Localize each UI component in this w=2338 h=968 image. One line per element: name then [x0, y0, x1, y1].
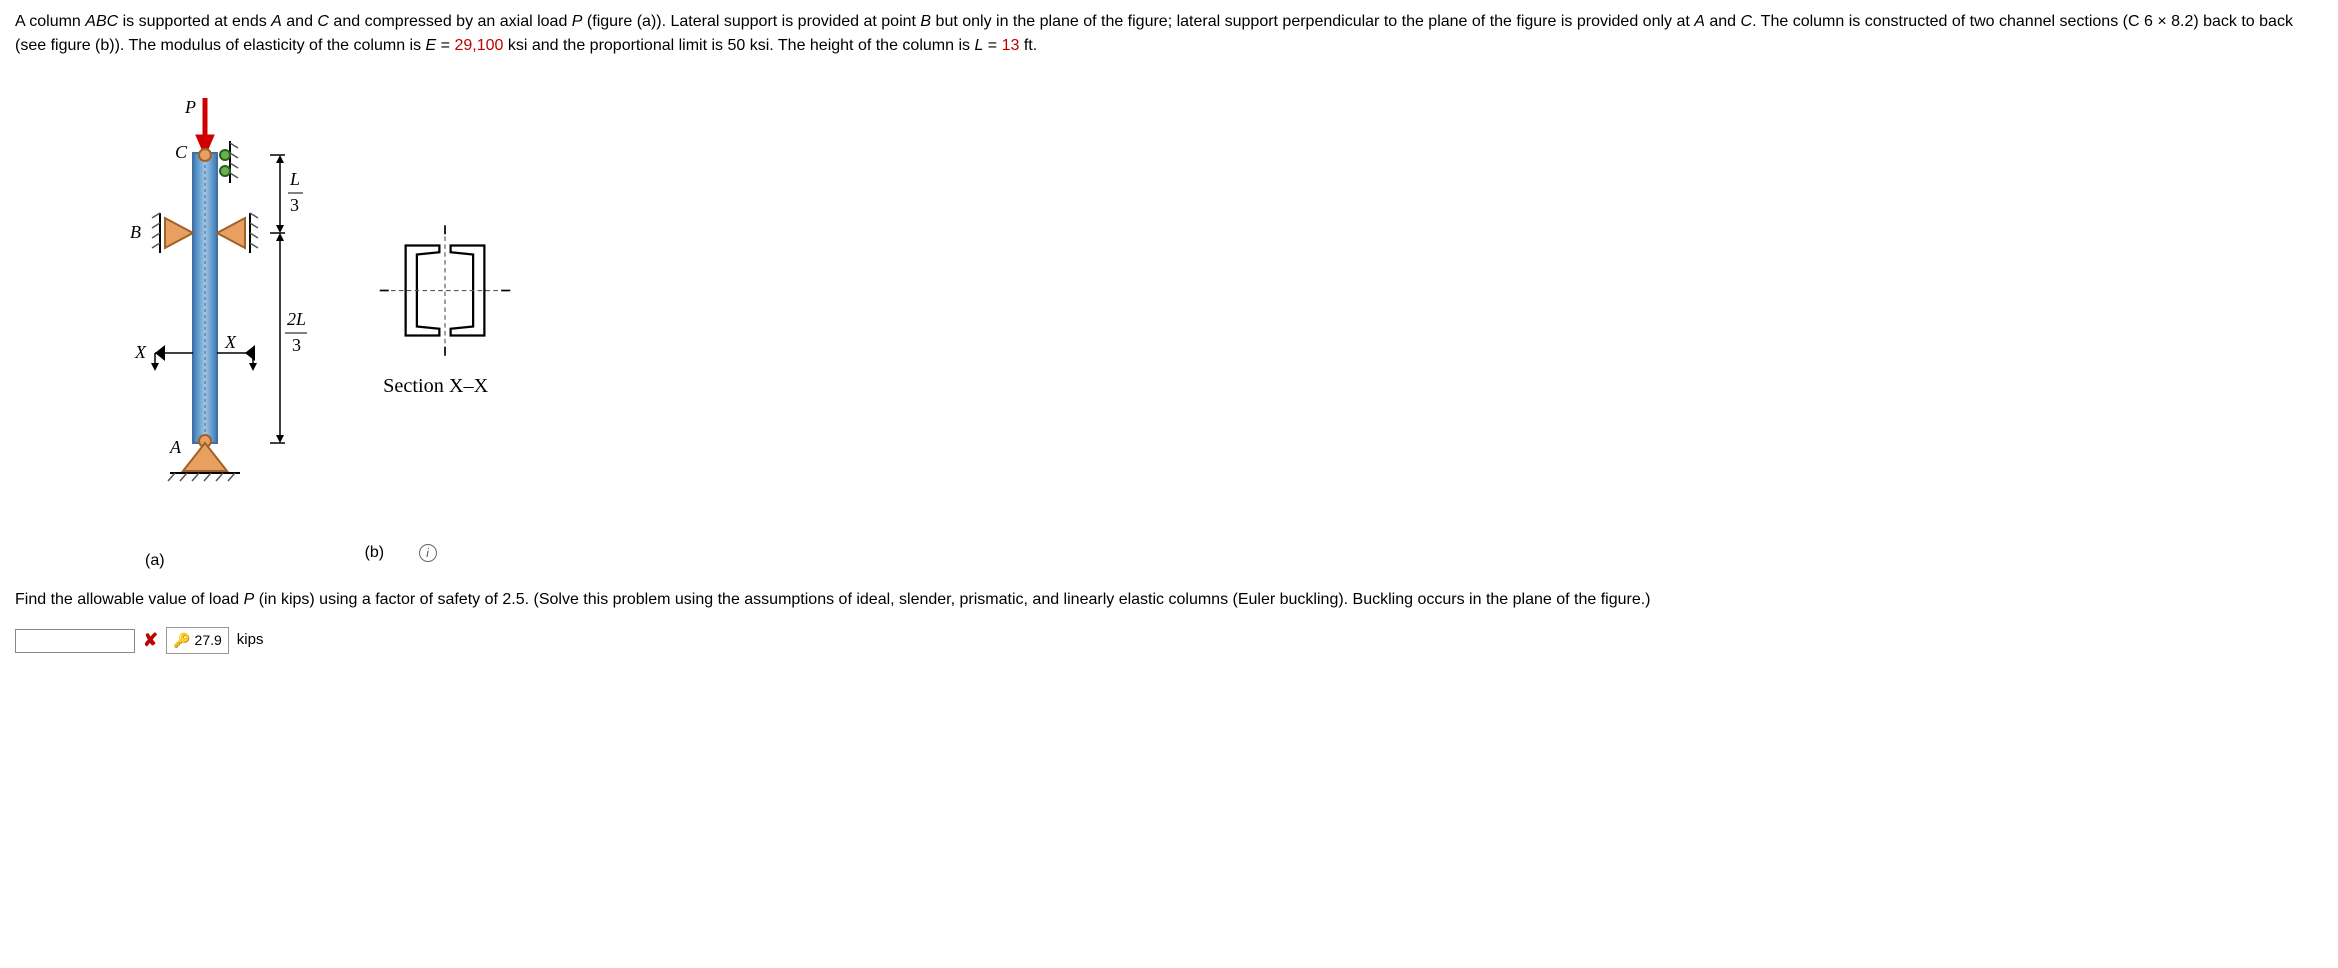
var-c2: C [1741, 13, 1753, 30]
var-a: A [271, 13, 282, 30]
answer-row: ✘ 🔑 27.9 kips [15, 627, 2323, 654]
answer-input[interactable] [15, 629, 135, 653]
figure-b-label: (b) [365, 544, 385, 561]
dim-bot-den: 3 [292, 335, 301, 355]
text: and [282, 13, 318, 30]
info-icon[interactable]: i [419, 544, 437, 562]
text: ft. [1019, 37, 1037, 54]
figure-labels-row: (a) (b) i [145, 541, 2323, 573]
text: but only in the plane of the figure; lat… [931, 13, 1694, 30]
text: and compressed by an axial load [329, 13, 572, 30]
key-icon: 🔑 [173, 630, 190, 651]
question-text: Find the allowable value of load P (in k… [15, 588, 2323, 612]
figure-a-wrapper: P C B [75, 83, 315, 511]
figure-a-label: (a) [145, 549, 165, 573]
var-p: P [572, 13, 583, 30]
label-x2: X [224, 332, 237, 352]
text: A column [15, 13, 85, 30]
text: Find the allowable value of load [15, 591, 244, 608]
text: (figure (a)). Lateral support is provide… [582, 13, 920, 30]
correct-answer-value: 27.9 [195, 630, 222, 651]
dim-top-den: 3 [290, 195, 299, 215]
text: = [983, 37, 1001, 54]
text: ksi and the proportional limit is 50 ksi… [503, 37, 974, 54]
correct-answer-box: 🔑 27.9 [166, 627, 229, 654]
figure-a-svg: P C B [75, 83, 315, 503]
incorrect-icon: ✘ [143, 627, 158, 654]
dim-top-num: L [289, 169, 300, 189]
var-abc: ABC [85, 13, 118, 30]
text: and [1705, 13, 1741, 30]
value-l: 13 [1002, 37, 1020, 54]
figure-b-wrapper: Section X–X [355, 183, 535, 511]
var-c: C [317, 13, 329, 30]
figure-b-svg: Section X–X [355, 183, 535, 443]
label-a: A [169, 437, 182, 457]
figure-b-label-group: (b) i [365, 541, 437, 573]
figures-container: P C B [75, 83, 2323, 511]
label-c: C [175, 142, 188, 162]
label-p: P [184, 97, 196, 117]
text: = [436, 37, 454, 54]
value-e: 29,100 [454, 37, 503, 54]
var-a2: A [1694, 13, 1705, 30]
section-label: Section X–X [383, 375, 489, 397]
answer-unit: kips [237, 629, 264, 652]
problem-statement: A column ABC is supported at ends A and … [15, 10, 2323, 58]
var-e: E [426, 37, 437, 54]
var-b: B [920, 13, 931, 30]
label-b: B [130, 222, 141, 242]
dim-bot-num: 2L [287, 309, 306, 329]
text: is supported at ends [118, 13, 271, 30]
var-p: P [244, 591, 255, 608]
text: (in kips) using a factor of safety of 2.… [254, 591, 1650, 608]
label-x1: X [134, 342, 147, 362]
